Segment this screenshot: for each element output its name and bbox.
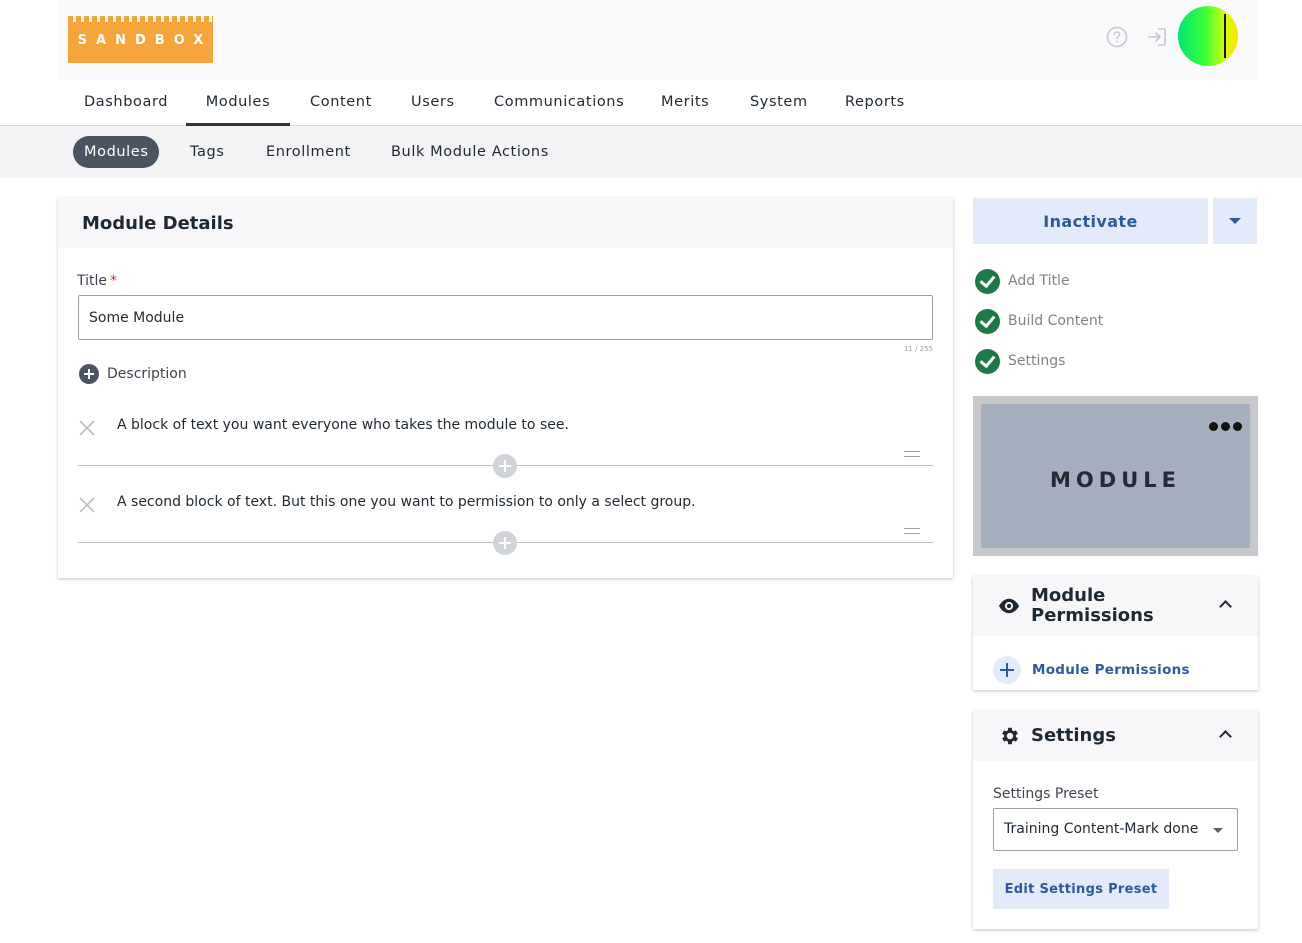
permissions-title-line1: Module	[1031, 585, 1106, 606]
permissions-panel-header[interactable]: Module Permissions	[973, 576, 1258, 636]
check-circle-icon	[975, 308, 1000, 334]
sign-out-icon[interactable]	[1146, 26, 1168, 48]
subtab-enrollment[interactable]: Enrollment	[255, 136, 362, 168]
tab-content[interactable]: Content	[310, 80, 372, 126]
logo-text: SANDBOX	[77, 33, 213, 48]
check-circle-icon	[975, 268, 1000, 294]
tab-communications[interactable]: Communications	[494, 80, 624, 126]
step-build-content: Build Content	[975, 308, 1103, 334]
subtab-tags[interactable]: Tags	[179, 136, 236, 168]
tab-merits[interactable]: Merits	[661, 80, 709, 126]
sub-nav: Modules Tags Enrollment Bulk Module Acti…	[0, 126, 1302, 178]
close-icon[interactable]	[78, 419, 96, 437]
plus-circle-icon	[79, 364, 99, 384]
close-icon[interactable]	[78, 496, 96, 514]
required-marker: *	[110, 273, 118, 289]
title-char-counter: 11 / 255	[903, 345, 933, 353]
more-horizontal-icon[interactable]	[1209, 422, 1242, 431]
settings-preset-label: Settings Preset	[993, 786, 1099, 802]
add-block-icon[interactable]	[493, 454, 517, 478]
inactivate-button[interactable]: Inactivate	[973, 198, 1208, 244]
chevron-up-icon[interactable]	[1219, 600, 1232, 613]
step-label: Add Title	[1008, 273, 1070, 289]
tab-users[interactable]: Users	[411, 80, 455, 126]
settings-panel: Settings Settings Preset Training Conten…	[973, 711, 1258, 929]
tab-modules[interactable]: Modules	[186, 80, 290, 126]
user-avatar[interactable]	[1178, 6, 1238, 66]
tab-dashboard[interactable]: Dashboard	[84, 80, 168, 126]
caret-down-icon[interactable]	[1213, 198, 1257, 244]
settings-panel-header[interactable]: Settings	[973, 711, 1258, 761]
module-thumbnail: MODULE	[973, 396, 1258, 556]
check-circle-icon	[975, 348, 1000, 374]
settings-preset-select[interactable]: Training Content-Mark done	[993, 808, 1238, 851]
settings-preset-value: Training Content-Mark done	[1004, 821, 1199, 837]
gear-icon	[1002, 727, 1018, 745]
step-settings: Settings	[975, 348, 1065, 374]
tab-reports[interactable]: Reports	[845, 80, 905, 126]
add-block-icon[interactable]	[493, 531, 517, 555]
title-label: Title *	[77, 273, 117, 289]
sandbox-logo[interactable]: SANDBOX	[68, 16, 213, 63]
module-permissions-panel: Module Permissions Module Permissions	[973, 576, 1258, 690]
add-module-permissions-button[interactable]: Module Permissions	[993, 656, 1190, 684]
drag-handle-icon[interactable]	[904, 528, 920, 534]
content-block-text[interactable]: A block of text you want everyone who ta…	[117, 417, 569, 433]
thumbnail-text: MODULE	[1050, 468, 1181, 492]
permissions-title-line2: Permissions	[1031, 605, 1154, 626]
step-label: Build Content	[1008, 313, 1104, 329]
add-description-button[interactable]: Description	[79, 363, 187, 385]
question-circle-icon[interactable]	[1106, 26, 1128, 48]
step-add-title: Add Title	[975, 268, 1070, 294]
settings-panel-title: Settings	[1031, 725, 1116, 746]
chevron-up-icon[interactable]	[1219, 730, 1232, 743]
main-nav: Dashboard Modules Content Users Communic…	[0, 80, 1302, 126]
thumbnail-image: MODULE	[981, 404, 1250, 548]
step-label: Settings	[1008, 353, 1066, 369]
subtab-bulk-module-actions[interactable]: Bulk Module Actions	[380, 136, 560, 168]
module-details-card: Module Details Title* 11 / 255 Descripti…	[58, 198, 953, 578]
top-header: SANDBOX	[58, 0, 1258, 80]
description-label: Description	[107, 366, 187, 382]
edit-settings-preset-button[interactable]: Edit Settings Preset	[993, 869, 1169, 909]
title-label-text: Title	[77, 273, 108, 289]
plus-icon	[993, 656, 1021, 684]
add-permissions-label: Module Permissions	[1032, 662, 1190, 678]
subtab-modules[interactable]: Modules	[73, 136, 160, 168]
eye-icon	[999, 598, 1019, 614]
content-block-text[interactable]: A second block of text. But this one you…	[117, 494, 696, 510]
permissions-panel-title: Module Permissions	[1031, 586, 1154, 626]
module-details-heading: Module Details	[58, 198, 953, 248]
drag-handle-icon[interactable]	[904, 451, 920, 457]
tab-system[interactable]: System	[750, 80, 808, 126]
title-input[interactable]	[78, 295, 933, 340]
